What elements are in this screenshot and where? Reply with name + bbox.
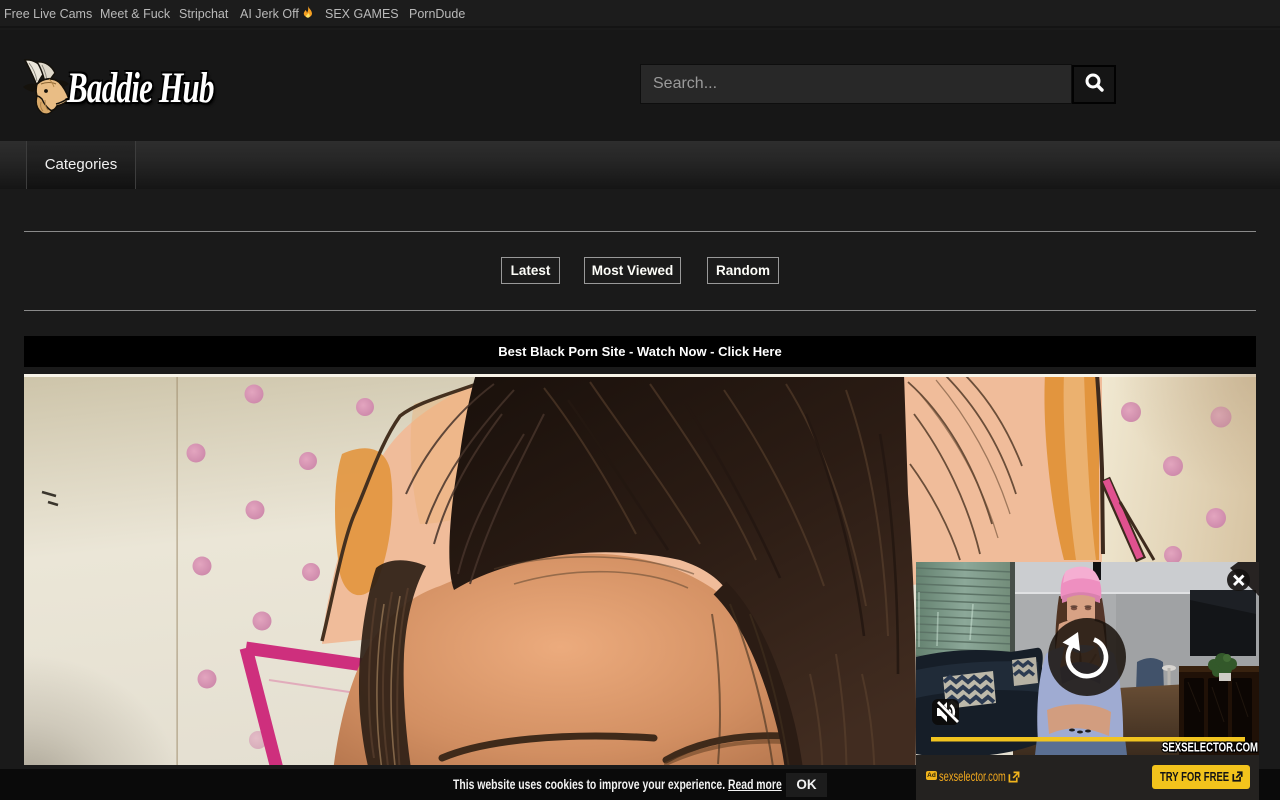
svg-text:SEXSELECTOR.COM: SEXSELECTOR.COM <box>1162 741 1258 755</box>
